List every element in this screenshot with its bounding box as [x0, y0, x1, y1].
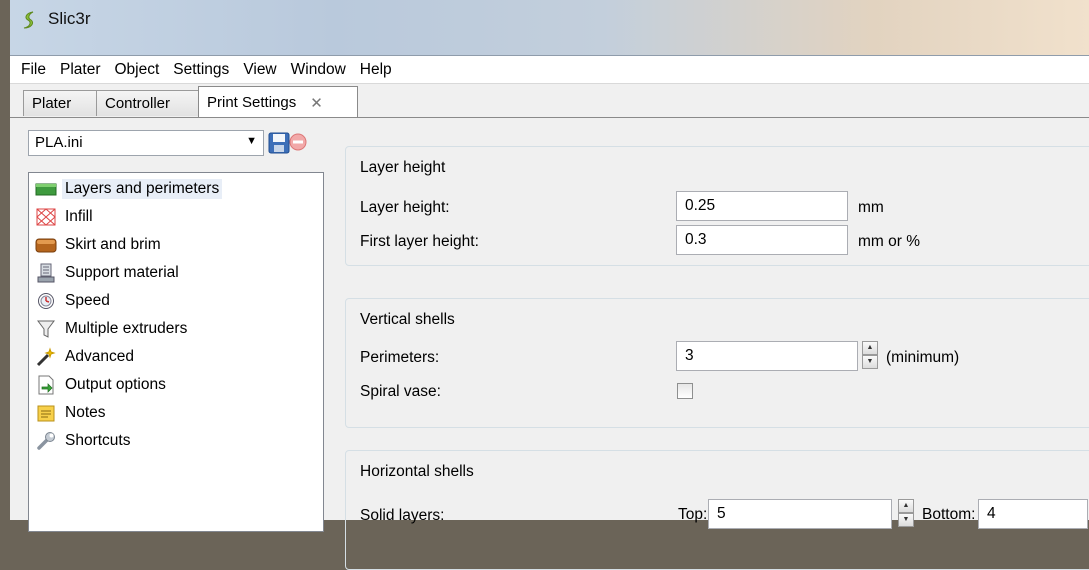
- tab-controller-label: Controller: [105, 95, 171, 112]
- spin-up-icon[interactable]: ▲: [898, 499, 914, 513]
- menu-plater[interactable]: Plater: [53, 61, 108, 79]
- group-title: Layer height: [360, 159, 446, 177]
- group-title: Horizontal shells: [360, 463, 474, 481]
- first-layer-height-label: First layer height:: [360, 233, 479, 250]
- spin-down-icon[interactable]: ▼: [862, 355, 878, 369]
- menu-view[interactable]: View: [236, 61, 283, 79]
- output-icon: [35, 375, 57, 395]
- tab-print-settings[interactable]: Print Settings ✕: [198, 86, 358, 118]
- skirt-icon: [35, 235, 57, 255]
- solid-layers-label: Solid layers:: [360, 507, 445, 524]
- first-layer-height-input[interactable]: 0.3: [676, 225, 848, 255]
- tab-plater[interactable]: Plater: [23, 90, 97, 116]
- sidebar-item-speed[interactable]: Speed: [35, 289, 110, 313]
- sidebar-item-label: Notes: [65, 404, 106, 421]
- wrench-icon: [35, 431, 57, 451]
- sidebar-item-label: Support material: [65, 264, 179, 281]
- perimeters-spinner[interactable]: ▲ ▼: [862, 341, 880, 371]
- spiral-vase-label: Spiral vase:: [360, 383, 441, 400]
- preset-select[interactable]: PLA.ini ▼: [28, 130, 264, 156]
- layer-height-label: Layer height:: [360, 199, 450, 216]
- sidebar-item-advanced[interactable]: Advanced: [35, 345, 134, 369]
- wand-icon: [35, 347, 57, 367]
- title-bar: Slic3r: [10, 0, 1089, 56]
- tab-plater-label: Plater: [32, 95, 72, 112]
- sidebar-item-infill[interactable]: Infill: [35, 205, 93, 229]
- sidebar-item-label: Output options: [65, 376, 166, 393]
- perimeters-unit: (minimum): [886, 349, 960, 366]
- speed-icon: [35, 291, 57, 311]
- tab-strip: Plater Controller Print Settings ✕: [10, 84, 1089, 118]
- settings-content: Layer height Layer height: 0.25 mm First…: [345, 118, 1089, 570]
- layer-height-unit: mm: [858, 199, 884, 216]
- group-title: Vertical shells: [360, 311, 455, 329]
- first-layer-height-unit: mm or %: [858, 233, 920, 250]
- app-window: Slic3r File Plater Object Settings View …: [10, 0, 1089, 570]
- slic3r-logo-icon: [23, 11, 34, 29]
- layers-icon: [35, 179, 57, 199]
- layer-height-group: Layer height Layer height: 0.25 mm First…: [345, 146, 1089, 266]
- sidebar-item-multiple-extruders[interactable]: Multiple extruders: [35, 317, 187, 341]
- sidebar-item-label: Multiple extruders: [65, 320, 188, 337]
- horizontal-shells-group: Horizontal shells Solid layers: Top: 5 ▲…: [345, 450, 1089, 570]
- menu-object[interactable]: Object: [107, 61, 166, 79]
- menu-bar: File Plater Object Settings View Window …: [10, 56, 1089, 84]
- sidebar-item-shortcuts[interactable]: Shortcuts: [35, 429, 130, 453]
- window-title: Slic3r: [48, 9, 91, 28]
- perimeters-input[interactable]: 3: [676, 341, 858, 371]
- sidebar-item-label: Layers and perimeters: [62, 179, 223, 199]
- support-icon: [35, 263, 57, 283]
- close-tab-icon[interactable]: ✕: [310, 94, 323, 112]
- menu-file[interactable]: File: [14, 61, 53, 79]
- sidebar-item-label: Skirt and brim: [65, 236, 161, 253]
- vertical-shells-group: Vertical shells Perimeters: 3 ▲ ▼ (minim…: [345, 298, 1089, 428]
- settings-page-list: Layers and perimeters Infill Skirt and b…: [28, 172, 324, 532]
- sidebar-item-skirt-and-brim[interactable]: Skirt and brim: [35, 233, 161, 257]
- sidebar-item-support-material[interactable]: Support material: [35, 261, 179, 285]
- top-layers-input[interactable]: 5: [708, 499, 892, 529]
- infill-icon: [35, 207, 57, 227]
- sidebar-item-label: Advanced: [65, 348, 134, 365]
- preset-select-value: PLA.ini: [35, 134, 83, 151]
- menu-settings[interactable]: Settings: [166, 61, 236, 79]
- spin-down-icon[interactable]: ▼: [898, 513, 914, 527]
- sidebar-item-label: Shortcuts: [65, 432, 131, 449]
- settings-sidebar: PLA.ini ▼ Layers and perimeters Infill S…: [22, 118, 330, 532]
- sidebar-item-output-options[interactable]: Output options: [35, 373, 166, 397]
- sidebar-item-notes[interactable]: Notes: [35, 401, 106, 425]
- bottom-layers-input[interactable]: 4: [978, 499, 1088, 529]
- layer-height-input[interactable]: 0.25: [676, 191, 848, 221]
- top-layers-spinner[interactable]: ▲ ▼: [898, 499, 916, 529]
- menu-help[interactable]: Help: [353, 61, 399, 79]
- spin-up-icon[interactable]: ▲: [862, 341, 878, 355]
- bottom-layers-label: Bottom:: [922, 506, 976, 523]
- chevron-down-icon[interactable]: ▼: [246, 135, 257, 147]
- menu-window[interactable]: Window: [284, 61, 353, 79]
- perimeters-label: Perimeters:: [360, 349, 440, 366]
- top-layers-label: Top:: [678, 506, 708, 523]
- delete-icon[interactable]: [288, 132, 308, 152]
- sidebar-item-label: Infill: [65, 208, 93, 225]
- notes-icon: [35, 403, 57, 423]
- funnel-icon: [35, 319, 57, 339]
- save-icon[interactable]: [268, 131, 290, 155]
- sidebar-item-label: Speed: [65, 292, 110, 309]
- spiral-vase-checkbox[interactable]: [677, 383, 693, 399]
- sidebar-item-layers-and-perimeters[interactable]: Layers and perimeters: [35, 177, 223, 201]
- tab-print-settings-label: Print Settings: [207, 94, 297, 111]
- tab-controller[interactable]: Controller: [96, 90, 199, 116]
